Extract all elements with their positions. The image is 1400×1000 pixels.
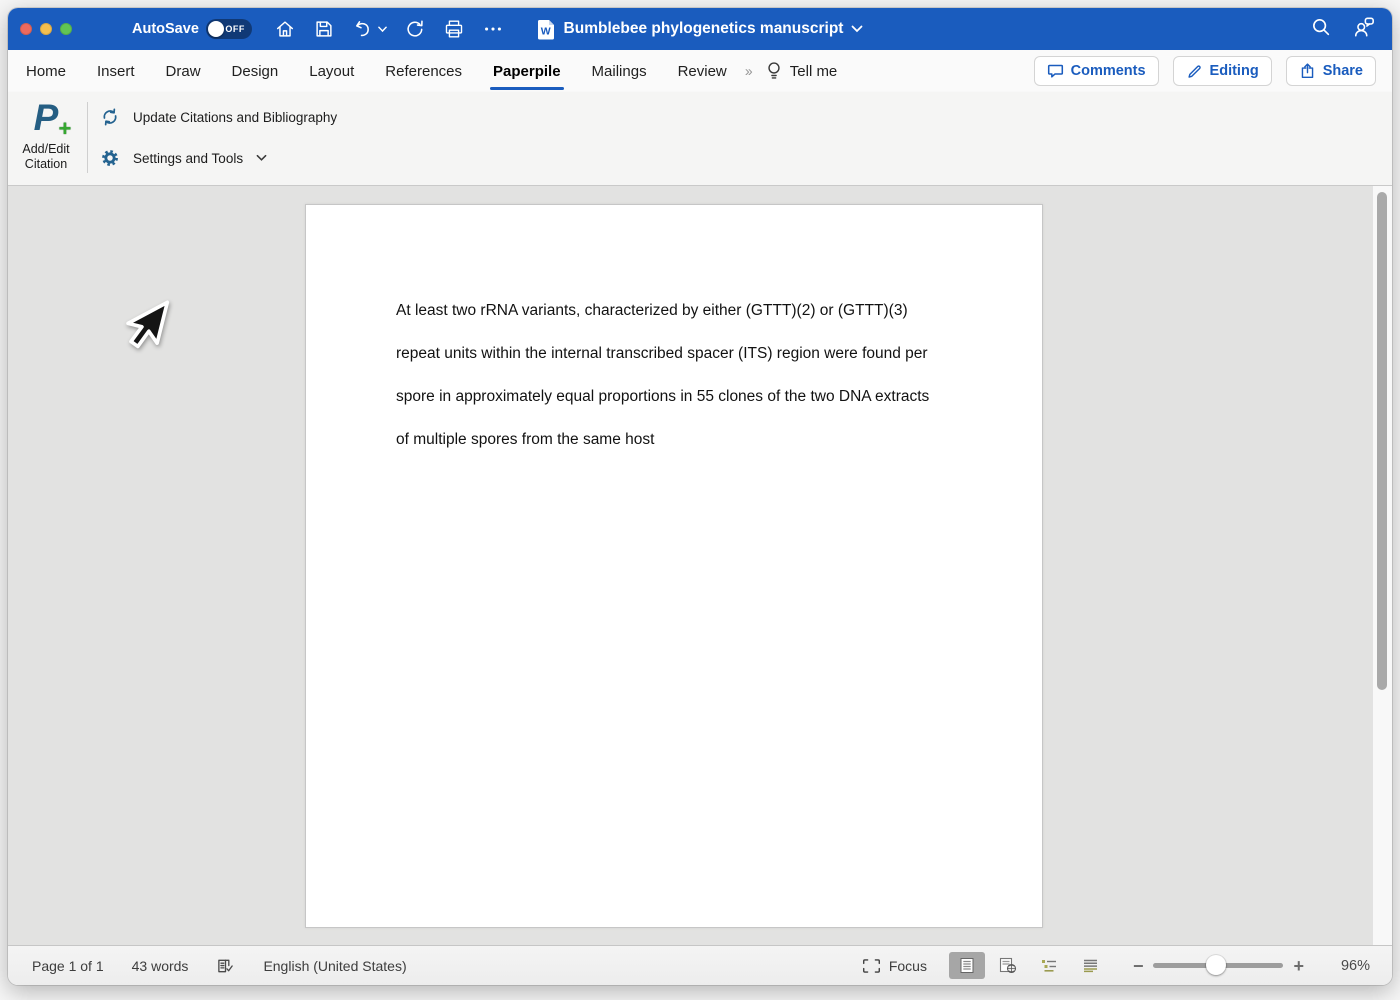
tab-overflow-icon[interactable]: ›› — [745, 63, 751, 80]
undo-icon[interactable] — [352, 18, 387, 40]
update-citations-button[interactable]: Update Citations and Bibliography — [100, 107, 337, 127]
settings-chevron-down-icon — [256, 154, 267, 162]
document-line: repeat units within the internal transcr… — [396, 332, 1002, 375]
editing-button[interactable]: Editing — [1173, 56, 1272, 86]
draft-view-button[interactable] — [1072, 953, 1109, 978]
update-citations-label: Update Citations and Bibliography — [133, 110, 337, 125]
paperpile-ribbon: P + Add/Edit Citation Update Citations a… — [8, 92, 1392, 186]
tab-references[interactable]: References — [385, 63, 462, 80]
minimize-button[interactable] — [40, 23, 52, 35]
lightbulb-icon — [765, 61, 783, 81]
more-options-icon[interactable] — [482, 18, 504, 40]
page-count[interactable]: Page 1 of 1 — [32, 958, 104, 974]
autosave-state-label: OFF — [225, 24, 245, 34]
document-page[interactable]: At least two rRNA variants, characterize… — [305, 204, 1043, 928]
vertical-scrollbar[interactable] — [1372, 186, 1392, 945]
gear-icon — [100, 148, 120, 168]
mouse-cursor — [118, 290, 170, 362]
add-edit-citation-label-line2: Citation — [8, 157, 84, 172]
maximize-button[interactable] — [60, 23, 72, 35]
close-button[interactable] — [20, 23, 32, 35]
undo-chevron-icon — [378, 26, 387, 33]
tell-me-label: Tell me — [790, 63, 838, 80]
ribbon-group-divider — [87, 102, 88, 173]
add-edit-citation-button[interactable]: P + Add/Edit Citation — [8, 98, 84, 172]
svg-text:W: W — [540, 25, 550, 37]
settings-and-tools-label: Settings and Tools — [133, 151, 243, 166]
editing-label: Editing — [1210, 63, 1259, 79]
share-icon — [1299, 63, 1316, 79]
share-button[interactable]: Share — [1286, 56, 1376, 86]
title-bar: AutoSave OFF — [8, 8, 1392, 50]
add-edit-citation-label-line1: Add/Edit — [8, 142, 84, 157]
tab-review[interactable]: Review — [678, 63, 727, 80]
zoom-percentage[interactable]: 96% — [1330, 958, 1370, 974]
pencil-icon — [1186, 63, 1203, 79]
autosave-control[interactable]: AutoSave OFF — [132, 19, 252, 39]
zoom-slider-knob[interactable] — [1206, 955, 1226, 975]
zoom-out-button[interactable]: − — [1133, 959, 1144, 973]
print-icon[interactable] — [443, 18, 465, 40]
print-layout-view-button[interactable] — [949, 952, 985, 979]
web-layout-view-button[interactable] — [989, 952, 1027, 979]
paperpile-logo-icon: P + — [34, 98, 59, 140]
language-status[interactable]: English (United States) — [263, 958, 406, 974]
zoom-slider[interactable] — [1153, 963, 1283, 968]
document-line: At least two rRNA variants, characterize… — [396, 289, 1002, 332]
word-document-icon: W — [537, 19, 556, 40]
tab-design[interactable]: Design — [232, 63, 279, 80]
autosave-toggle[interactable]: OFF — [206, 19, 252, 39]
presence-people-icon[interactable] — [1352, 16, 1376, 43]
ribbon-tab-row: Home Insert Draw Design Layout Reference… — [8, 50, 1392, 92]
tab-mailings[interactable]: Mailings — [592, 63, 647, 80]
tab-home[interactable]: Home — [26, 63, 66, 80]
home-icon[interactable] — [274, 18, 296, 40]
tab-layout[interactable]: Layout — [309, 63, 354, 80]
document-paragraph: At least two rRNA variants, characterize… — [396, 289, 1002, 461]
focus-label: Focus — [889, 958, 927, 974]
word-window: AutoSave OFF — [8, 8, 1392, 985]
tab-draw[interactable]: Draw — [166, 63, 201, 80]
sync-refresh-icon — [100, 107, 120, 127]
tab-paperpile[interactable]: Paperpile — [493, 63, 561, 80]
web-layout-icon — [999, 957, 1017, 974]
tab-insert[interactable]: Insert — [97, 63, 135, 80]
redo-icon[interactable] — [404, 18, 426, 40]
search-icon[interactable] — [1310, 16, 1332, 43]
proofing-status-icon[interactable] — [216, 957, 235, 975]
window-controls — [20, 23, 72, 35]
vertical-scrollbar-thumb[interactable] — [1377, 192, 1387, 690]
document-line: spore in approximately equal proportions… — [396, 375, 1002, 418]
share-label: Share — [1323, 63, 1363, 79]
document-line: of multiple spores from the same host — [396, 418, 1002, 461]
tell-me-control[interactable]: Tell me — [765, 61, 838, 81]
autosave-label: AutoSave — [132, 21, 199, 37]
settings-and-tools-button[interactable]: Settings and Tools — [100, 148, 267, 168]
print-layout-icon — [959, 957, 975, 974]
draft-view-icon — [1082, 958, 1099, 973]
focus-mode-button[interactable]: Focus — [862, 958, 927, 974]
autosave-toggle-knob — [208, 21, 224, 37]
zoom-in-button[interactable]: + — [1293, 959, 1304, 973]
comment-icon — [1047, 63, 1064, 79]
save-icon[interactable] — [313, 18, 335, 40]
title-chevron-down-icon[interactable] — [851, 25, 863, 33]
outline-view-button[interactable] — [1031, 953, 1068, 978]
word-count[interactable]: 43 words — [132, 958, 189, 974]
comments-label: Comments — [1071, 63, 1146, 79]
document-title[interactable]: Bumblebee phylogenetics manuscript — [564, 20, 844, 38]
document-canvas: At least two rRNA variants, characterize… — [8, 186, 1392, 945]
status-bar: Page 1 of 1 43 words English (United Sta… — [8, 945, 1392, 985]
outline-view-icon — [1041, 958, 1058, 973]
focus-icon — [862, 958, 881, 974]
comments-button[interactable]: Comments — [1034, 56, 1159, 86]
